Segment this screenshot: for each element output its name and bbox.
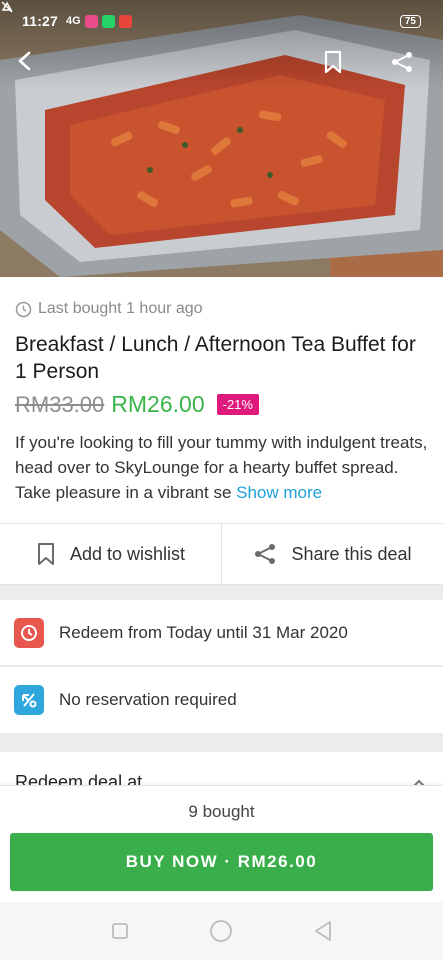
deal-info-card: Last bought 1 hour ago Breakfast / Lunch… bbox=[0, 277, 443, 523]
last-bought-text: Last bought 1 hour ago bbox=[38, 300, 203, 317]
home-button[interactable] bbox=[209, 919, 233, 943]
share-deal-button[interactable]: Share this deal bbox=[221, 524, 443, 584]
notification-icon bbox=[118, 14, 132, 28]
triangle-back-icon bbox=[314, 921, 331, 941]
bought-count: 9 bought bbox=[188, 802, 255, 821]
discount-badge: -21% bbox=[216, 394, 259, 415]
last-bought: Last bought 1 hour ago bbox=[15, 300, 428, 318]
square-icon bbox=[111, 923, 128, 939]
reservation-row: No reservation required bbox=[0, 667, 443, 733]
deal-actions: Add to wishlist Share this deal bbox=[0, 523, 443, 585]
status-right: 75 bbox=[1, 1, 421, 28]
bookmark-icon bbox=[37, 543, 54, 565]
back-arrow-icon bbox=[18, 51, 31, 71]
whatsapp-icon bbox=[101, 14, 115, 28]
system-back-button[interactable] bbox=[313, 920, 333, 942]
system-nav-bar bbox=[0, 902, 443, 960]
notification-icon bbox=[84, 14, 98, 28]
back-button[interactable] bbox=[14, 50, 50, 86]
original-price: RM33.00 bbox=[15, 391, 105, 417]
mute-icon bbox=[1, 1, 13, 13]
no-reservation-icon bbox=[14, 685, 44, 715]
calendar-clock-icon bbox=[14, 617, 44, 648]
circle-icon bbox=[209, 920, 232, 942]
bookmark-icon bbox=[324, 50, 342, 74]
share-icon bbox=[392, 52, 412, 72]
description-text: If you're looking to fill your tummy wit… bbox=[15, 433, 428, 502]
signal-icon: 4G bbox=[66, 15, 81, 27]
recents-button[interactable] bbox=[111, 922, 129, 940]
battery-icon: 75 bbox=[399, 14, 421, 28]
redeem-period-text: Redeem from Today until 31 Mar 2020 bbox=[59, 622, 348, 642]
status-bar: 11:27 4G 75 bbox=[0, 0, 443, 42]
deal-hero-image: 11:27 4G 75 bbox=[0, 0, 443, 277]
deal-detail-page: 11:27 4G 75 Last bought 1 hour ago Break… bbox=[0, 0, 443, 960]
wishlist-label: Add to wishlist bbox=[69, 543, 186, 564]
buy-now-button[interactable]: BUY NOW · RM26.00 bbox=[10, 833, 433, 891]
show-more-link[interactable]: Show more bbox=[236, 483, 322, 502]
add-to-wishlist-button[interactable]: Add to wishlist bbox=[0, 524, 221, 584]
share-icon bbox=[255, 544, 276, 564]
redeem-period-row: Redeem from Today until 31 Mar 2020 bbox=[0, 600, 443, 666]
share-button[interactable] bbox=[390, 50, 426, 86]
deal-title: Breakfast / Lunch / Afternoon Tea Buffet… bbox=[15, 333, 416, 383]
deal-description: If you're looking to fill your tummy wit… bbox=[15, 430, 428, 505]
bookmark-button[interactable] bbox=[322, 50, 358, 86]
share-label: Share this deal bbox=[291, 543, 412, 564]
clock-icon bbox=[15, 301, 32, 317]
purchase-bar: 9 bought BUY NOW · RM26.00 bbox=[0, 785, 443, 902]
price-row: RM33.00 RM26.00 -21% bbox=[15, 391, 428, 418]
deal-price: RM26.00 bbox=[111, 391, 205, 417]
reservation-text: No reservation required bbox=[59, 690, 237, 709]
status-time: 11:27 bbox=[22, 13, 59, 29]
